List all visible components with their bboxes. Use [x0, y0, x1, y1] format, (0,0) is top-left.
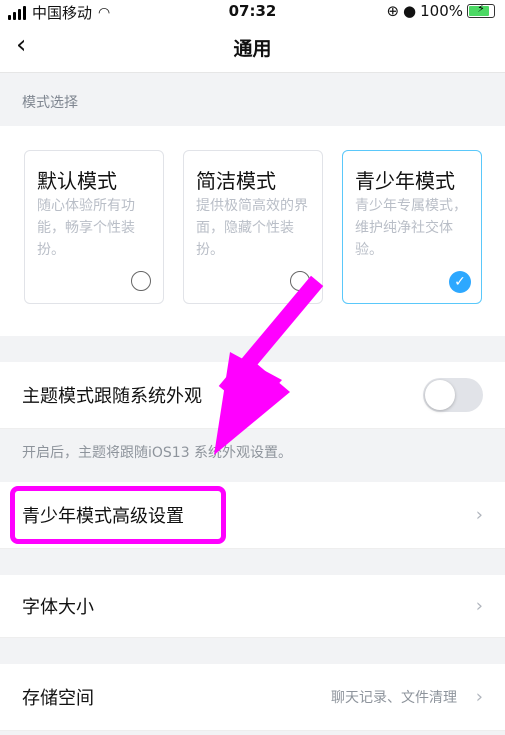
annotation-arrow — [214, 275, 324, 455]
